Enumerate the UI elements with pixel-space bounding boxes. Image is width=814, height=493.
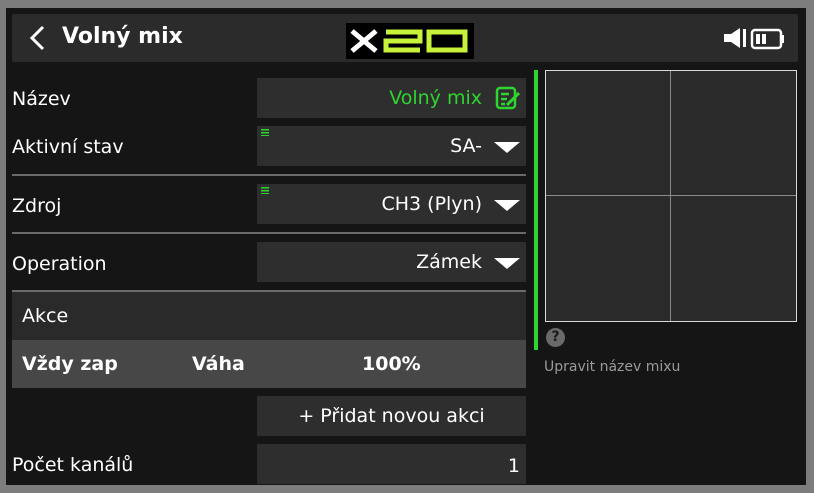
screen: Volný mix Název Volný mix Aktivní stav S… [6, 8, 806, 485]
edit-icon [495, 86, 521, 110]
back-icon[interactable] [26, 24, 50, 52]
logic-switch-icon [261, 129, 269, 136]
scroll-indicator [534, 70, 538, 350]
divider [12, 174, 526, 176]
channels-value: 1 [507, 455, 520, 477]
battery-icon [750, 28, 784, 50]
help-text: Upravit název mixu [544, 359, 681, 375]
source-value: CH3 (Plyn) [381, 193, 482, 215]
operation-value: Zámek [416, 251, 482, 273]
active-state-select[interactable]: SA- [257, 126, 526, 166]
action-weight-value: 100% [362, 353, 421, 375]
header-bar: Volný mix [12, 14, 798, 62]
active-state-label: Aktivní stav [12, 136, 124, 158]
speaker-icon[interactable] [722, 26, 752, 50]
actions-header: Akce [12, 292, 526, 340]
action-weight-label: Váha [192, 353, 245, 375]
page-title: Volný mix [62, 24, 183, 49]
divider [12, 232, 526, 234]
name-label: Název [12, 88, 71, 110]
dropdown-arrow-icon [494, 258, 520, 269]
action-row[interactable]: Vždy zap Váha 100% [12, 340, 526, 388]
dropdown-arrow-icon [494, 142, 520, 153]
source-label: Zdroj [12, 195, 62, 217]
operation-select[interactable]: Zámek [257, 242, 526, 282]
add-action-button[interactable]: + Přidat novou akci [257, 396, 526, 436]
channels-label: Počet kanálů [12, 454, 134, 476]
source-switch-icon [261, 187, 269, 194]
channels-field[interactable]: 1 [257, 444, 526, 484]
operation-label: Operation [12, 253, 107, 275]
name-value: Volný mix [389, 87, 482, 109]
action-condition: Vždy zap [22, 353, 118, 375]
mix-curve-graph [545, 70, 797, 322]
source-select[interactable]: CH3 (Plyn) [257, 184, 526, 224]
graph-horizontal-axis [546, 195, 796, 196]
active-state-value: SA- [450, 135, 482, 157]
name-field[interactable]: Volný mix [257, 78, 526, 118]
help-icon[interactable]: ? [546, 328, 565, 347]
x20-logo [346, 23, 474, 59]
dropdown-arrow-icon [494, 200, 520, 211]
actions-header-label: Akce [22, 305, 69, 327]
graph-vertical-axis [670, 71, 671, 321]
